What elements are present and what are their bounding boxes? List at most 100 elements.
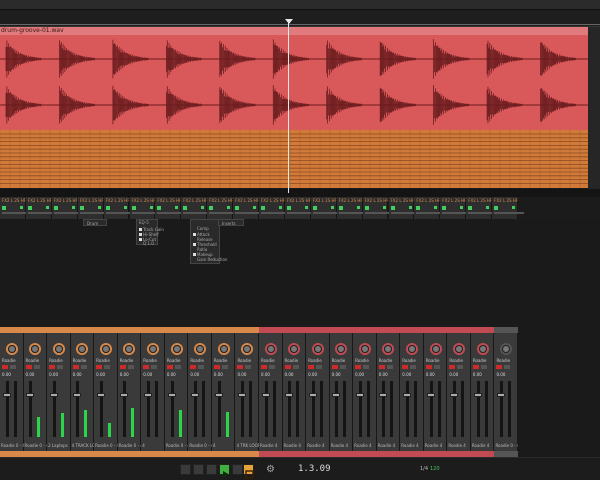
volume-readout[interactable]: 0.00: [402, 372, 411, 377]
device-active-led[interactable]: [416, 206, 421, 210]
pan-knob[interactable]: [7, 345, 16, 353]
volume-fader-handle[interactable]: [49, 393, 58, 397]
volume-readout[interactable]: 0.00: [449, 372, 458, 377]
device-active-led[interactable]: [79, 206, 84, 210]
volume-fader-track[interactable]: [99, 381, 103, 437]
comp-checkbox[interactable]: [193, 253, 196, 256]
volume-readout[interactable]: 0.00: [237, 372, 246, 377]
volume-readout[interactable]: 0.00: [120, 372, 129, 377]
volume-fader-handle[interactable]: [450, 393, 459, 397]
record-arm-button[interactable]: [190, 365, 197, 369]
pan-knob[interactable]: [219, 345, 228, 353]
record-arm-button[interactable]: [166, 365, 173, 369]
solo-button[interactable]: [504, 365, 511, 369]
record-arm-button[interactable]: [2, 365, 8, 369]
volume-readout[interactable]: 0.00: [167, 372, 176, 377]
record-arm-button[interactable]: [237, 365, 244, 369]
volume-readout[interactable]: 0.00: [261, 372, 270, 377]
position-display[interactable]: 1.3.09: [298, 464, 331, 475]
mixer-channel[interactable]: Roadie 0.00 4 TRK LOOP: [235, 333, 260, 451]
mixer-channel[interactable]: Roadie 0.00 Roadie 4: [259, 333, 283, 451]
device-slot[interactable]: FX2 L 2S HF: [440, 197, 473, 219]
record-arm-button[interactable]: [496, 365, 503, 369]
volume-fader-handle[interactable]: [144, 393, 153, 397]
device-slot[interactable]: FX2 L 2S HF: [155, 197, 188, 219]
record-arm-button[interactable]: [355, 365, 362, 369]
record-arm-button[interactable]: [119, 365, 126, 369]
volume-readout[interactable]: 0.00: [426, 372, 435, 377]
volume-readout[interactable]: 0.00: [49, 372, 58, 377]
device-slot[interactable]: FX2 L 2S HF: [466, 197, 499, 219]
solo-button[interactable]: [316, 365, 323, 369]
eq-checkbox[interactable]: [139, 238, 142, 241]
volume-fader-track[interactable]: [147, 381, 151, 437]
device-slot[interactable]: FX2 L 2S HF: [77, 197, 110, 219]
mixer-channel[interactable]: Roadie 0.00 Roadie 0 - 4: [94, 333, 119, 451]
device-active-led[interactable]: [390, 206, 395, 210]
solo-button[interactable]: [127, 365, 134, 369]
comp-checkbox[interactable]: [193, 233, 196, 236]
volume-readout[interactable]: 0.00: [214, 372, 223, 377]
eq-checkbox[interactable]: [139, 228, 142, 231]
pan-knob[interactable]: [408, 345, 417, 353]
pan-knob[interactable]: [266, 345, 275, 353]
volume-readout[interactable]: 0.00: [26, 372, 35, 377]
mixer-channel[interactable]: Roadie 0.00 Roadie 4: [306, 333, 330, 451]
volume-fader-track[interactable]: [382, 381, 386, 437]
forward-button[interactable]: [193, 464, 204, 475]
volume-readout[interactable]: 0.00: [285, 372, 294, 377]
device-active-led[interactable]: [468, 206, 473, 210]
volume-fader-track[interactable]: [429, 381, 433, 437]
stop-button[interactable]: [206, 464, 217, 475]
panel-divider[interactable]: [0, 189, 600, 197]
mixer-channel[interactable]: Roadie 0.00 Roadie 4: [447, 333, 471, 451]
mixer-channel[interactable]: Roadie 0.00 Roadie 4: [353, 333, 377, 451]
volume-fader-handle[interactable]: [261, 393, 270, 397]
comp-popup[interactable]: Comp Attack Release Threshold Ratio Make…: [190, 219, 227, 264]
record-arm-button[interactable]: [378, 365, 385, 369]
record-arm-button[interactable]: [472, 365, 479, 369]
volume-fader-handle[interactable]: [403, 393, 412, 397]
volume-fader-handle[interactable]: [120, 393, 129, 397]
record-arm-button[interactable]: [449, 365, 456, 369]
volume-fader-track[interactable]: [52, 381, 56, 437]
device-active-led[interactable]: [442, 206, 447, 210]
volume-readout[interactable]: 0.00: [332, 372, 341, 377]
device-active-led[interactable]: [105, 206, 110, 210]
volume-readout[interactable]: 0.00: [355, 372, 364, 377]
volume-fader-track[interactable]: [476, 381, 480, 437]
inserts-popup[interactable]: Inserts: [218, 219, 244, 226]
volume-readout[interactable]: 0.00: [308, 372, 317, 377]
solo-button[interactable]: [221, 365, 228, 369]
volume-fader-track[interactable]: [406, 381, 410, 437]
volume-fader-handle[interactable]: [2, 393, 11, 397]
volume-fader-handle[interactable]: [26, 393, 35, 397]
solo-button[interactable]: [10, 365, 16, 369]
gear-icon[interactable]: ⚙: [266, 464, 275, 475]
record-arm-button[interactable]: [143, 365, 150, 369]
volume-fader-track[interactable]: [264, 381, 268, 437]
volume-readout[interactable]: 0.00: [496, 372, 505, 377]
drum-popup[interactable]: Drum: [83, 219, 107, 226]
solo-button[interactable]: [339, 365, 346, 369]
mixer-channel[interactable]: Roadie 0.00 4: [211, 333, 236, 451]
device-active-led[interactable]: [261, 206, 265, 210]
volume-readout[interactable]: 0.00: [379, 372, 388, 377]
eq-checkbox[interactable]: [139, 233, 142, 236]
volume-fader-track[interactable]: [288, 381, 292, 437]
mixer-channel[interactable]: Roadie 0.00 Roadie 4: [376, 333, 401, 451]
mixer-channel[interactable]: Roadie 0.00 Roadie 0 - 4: [494, 333, 519, 451]
record-arm-button[interactable]: [402, 365, 409, 369]
record-arm-button[interactable]: [49, 365, 56, 369]
mixer-channel[interactable]: Roadie 0.00 Roadie 4: [329, 333, 354, 451]
volume-readout[interactable]: 0.00: [473, 372, 482, 377]
solo-button[interactable]: [292, 365, 299, 369]
rewind-button[interactable]: [180, 464, 191, 475]
clip-header[interactable]: drum-groove-01.wav: [0, 27, 588, 35]
record-arm-button[interactable]: [72, 365, 79, 369]
record-arm-button[interactable]: [308, 365, 315, 369]
device-slot[interactable]: FX2 L 2S HF: [310, 197, 343, 219]
volume-fader-track[interactable]: [29, 381, 33, 437]
volume-fader-track[interactable]: [241, 381, 245, 437]
volume-fader-track[interactable]: [194, 381, 198, 437]
